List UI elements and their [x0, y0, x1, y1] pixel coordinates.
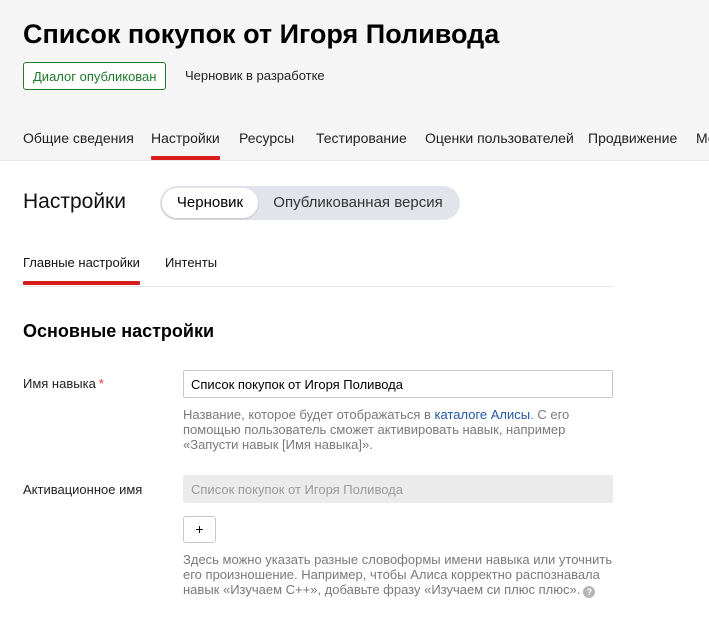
skill-name-input[interactable] — [183, 370, 613, 398]
tab-promotion[interactable]: Продвижение — [588, 124, 677, 152]
version-switch: Черновик Опубликованная версия — [160, 186, 460, 220]
settings-sub-tabs: Главные настройки Интенты — [23, 248, 614, 287]
alice-catalog-link[interactable]: каталоге Алисы — [435, 407, 531, 422]
skill-name-label: Имя навыка * — [23, 375, 104, 393]
page-header: Список покупок от Игоря Поливода Диалог … — [0, 0, 709, 161]
draft-status: Черновик в разработке — [185, 68, 325, 83]
switch-option-draft[interactable]: Черновик — [162, 188, 258, 218]
sub-tab-main-settings[interactable]: Главные настройки — [23, 252, 140, 285]
status-badge: Диалог опубликован — [23, 62, 167, 90]
activation-name-hint: Здесь можно указать разные словоформы им… — [183, 552, 613, 598]
settings-title: Настройки — [23, 190, 126, 213]
skill-name-label-text: Имя навыка — [23, 376, 96, 391]
activation-name-hint-text: Здесь можно указать разные словоформы им… — [183, 552, 613, 597]
sub-tab-intents[interactable]: Интенты — [165, 252, 217, 274]
skill-name-hint: Название, которое будет отображаться в к… — [183, 407, 613, 452]
switch-option-published[interactable]: Опубликованная версия — [260, 188, 456, 218]
activation-name-label: Активационное имя — [23, 482, 143, 497]
main-tabs: Общие сведения Настройки Ресурсы Тестиро… — [23, 124, 709, 161]
activation-name-input — [183, 475, 613, 503]
tab-more[interactable]: Мо — [696, 124, 709, 152]
form-section-title: Основные настройки — [23, 321, 215, 341]
tab-user-ratings[interactable]: Оценки пользователей — [425, 124, 574, 152]
page-title: Список покупок от Игоря Поливода — [23, 19, 500, 49]
required-mark: * — [98, 376, 104, 391]
help-icon[interactable]: ? — [583, 586, 596, 598]
tab-settings[interactable]: Настройки — [151, 124, 220, 160]
tab-testing[interactable]: Тестирование — [316, 124, 407, 152]
tab-general[interactable]: Общие сведения — [23, 124, 134, 152]
add-activation-name-button[interactable]: + — [183, 516, 216, 543]
skill-name-hint-text: Название, которое будет отображаться в — [183, 407, 435, 422]
tab-resources[interactable]: Ресурсы — [239, 124, 294, 152]
